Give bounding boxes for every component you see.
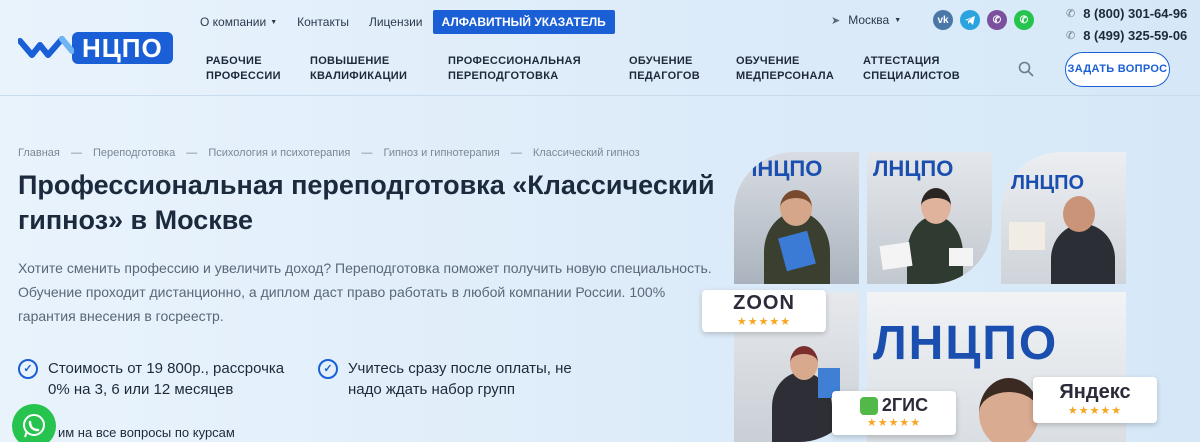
partial-text: им на все вопросы по курсам — [58, 425, 235, 440]
breadcrumb-item[interactable]: Психология и психотерапия — [208, 147, 350, 159]
top-link-licenses[interactable]: Лицензии — [369, 15, 423, 29]
feature-text: Учитесь сразу после оплаты, не надо ждат… — [348, 360, 572, 398]
logo-sign: ЛНЦПО — [1011, 172, 1085, 194]
badge-name: ZOON — [733, 292, 795, 314]
2gis-rating-badge[interactable]: 2ГИС ★★★★★ — [832, 391, 956, 435]
check-icon: ✓ — [318, 359, 338, 379]
breadcrumb-separator: — — [70, 147, 82, 159]
rating-stars: ★★★★★ — [866, 417, 922, 429]
yandex-rating-badge[interactable]: Яндекс ★★★★★ — [1033, 377, 1157, 423]
badge-name: Яндекс — [1059, 381, 1131, 403]
top-link-label: О компании — [200, 15, 267, 29]
top-link-label: Лицензии — [368, 15, 423, 29]
ask-question-button[interactable]: ЗАДАТЬ ВОПРОС — [1065, 52, 1170, 87]
logo-sign: ЛНЦПО — [873, 317, 1059, 370]
graduate-photo-3: ЛНЦПО — [1001, 152, 1126, 284]
top-nav: О компании ▼ Контакты Лицензии АЛФАВИТНЫЙ… — [200, 10, 615, 34]
check-icon: ✓ — [18, 359, 38, 379]
social-links: vk ✆ ✆ — [933, 10, 1041, 30]
vk-icon[interactable]: vk — [933, 10, 953, 30]
breadcrumb-separator: — — [510, 147, 522, 159]
phone-icon: ✆ — [1066, 29, 1076, 42]
whatsapp-icon[interactable]: ✆ — [1014, 10, 1034, 30]
breadcrumb-separator: — — [186, 147, 198, 159]
location-arrow-icon: ➤ — [831, 14, 841, 27]
breadcrumb-separator: — — [361, 147, 373, 159]
logo-text: НЦПО — [72, 32, 173, 64]
rating-stars: ★★★★★ — [1067, 405, 1123, 417]
graduate-photo-1: ЛНЦПО — [734, 152, 859, 284]
logo-sign: ЛНЦПО — [742, 156, 823, 181]
phone-icon: ✆ — [1066, 7, 1076, 20]
nav-item-attestation[interactable]: АТТЕСТАЦИЯ СПЕЦИАЛИСТОВ — [863, 54, 960, 84]
site-header: НЦПО О компании ▼ Контакты Лицензии АЛФАВ… — [0, 0, 1200, 96]
logo-sign: ЛНЦПО — [873, 156, 954, 181]
chevron-down-icon: ▼ — [270, 18, 278, 26]
city-label: Москва — [848, 13, 890, 27]
city-selector[interactable]: ➤ Москва ▼ — [831, 13, 901, 27]
whatsapp-chat-button[interactable] — [12, 404, 56, 442]
2gis-icon — [859, 396, 878, 415]
breadcrumb-item[interactable]: Гипноз и гипнотерапия — [383, 147, 499, 159]
phone-list: ✆ 8 (800) 301-64-96 ✆ 8 (499) 325-59-06 — [1066, 2, 1187, 46]
top-link-contacts[interactable]: Контакты — [297, 15, 349, 29]
badge-name: 2ГИС — [881, 395, 929, 415]
nav-item-working-professions[interactable]: РАБОЧИЕ ПРОФЕССИИ — [206, 54, 281, 84]
zoon-rating-badge[interactable]: ZOON ★★★★★ — [702, 290, 826, 332]
feature-price: ✓ Стоимость от 19 800р., рассрочка 0% на… — [18, 358, 308, 400]
graduate-photo-2: ЛНЦПО — [867, 152, 992, 284]
rating-stars: ★★★★★ — [736, 316, 792, 328]
telegram-icon[interactable] — [960, 10, 980, 30]
feature-start: ✓ Учитесь сразу после оплаты, не надо жд… — [318, 358, 588, 400]
breadcrumb-current: Классический гипноз — [532, 147, 640, 159]
breadcrumb-item[interactable]: Переподготовка — [93, 147, 175, 159]
phone-number: 8 (499) 325-59-06 — [1083, 27, 1188, 43]
viber-icon[interactable]: ✆ — [987, 10, 1007, 30]
whatsapp-icon — [23, 414, 45, 438]
nav-item-teachers[interactable]: ОБУЧЕНИЕ ПЕДАГОГОВ — [629, 54, 700, 84]
nav-item-medical[interactable]: ОБУЧЕНИЕ МЕДПЕРСОНАЛА — [736, 54, 834, 84]
search-icon[interactable] — [1018, 61, 1034, 77]
top-link-label: Контакты — [297, 15, 349, 29]
alphabet-index-button[interactable]: АЛФАВИТНЫЙ УКАЗАТЕЛЬ — [432, 10, 615, 34]
phone-1[interactable]: ✆ 8 (800) 301-64-96 — [1066, 2, 1187, 24]
page-description: Хотите сменить профессию и увеличить дох… — [18, 260, 712, 324]
breadcrumb-item[interactable]: Главная — [18, 147, 60, 159]
logo[interactable]: НЦПО — [18, 32, 173, 64]
nav-item-qualification[interactable]: ПОВЫШЕНИЕ КВАЛИФИКАЦИИ — [310, 54, 407, 84]
chevron-down-icon: ▼ — [894, 16, 902, 24]
top-link-about[interactable]: О компании ▼ — [200, 15, 277, 29]
phone-2[interactable]: ✆ 8 (499) 325-59-06 — [1066, 24, 1187, 46]
feature-text: Стоимость от 19 800р., рассрочка 0% на 3… — [48, 360, 285, 398]
breadcrumb: Главная — Переподготовка — Психология и … — [18, 147, 640, 159]
logo-mark-icon — [18, 36, 74, 58]
phone-number: 8 (800) 301-64-96 — [1083, 5, 1188, 21]
nav-item-retraining[interactable]: ПРОФЕССИОНАЛЬНАЯ ПЕРЕПОДГОТОВКА — [448, 54, 581, 84]
page-title: Профессиональная переподготовка «Классич… — [18, 170, 715, 235]
